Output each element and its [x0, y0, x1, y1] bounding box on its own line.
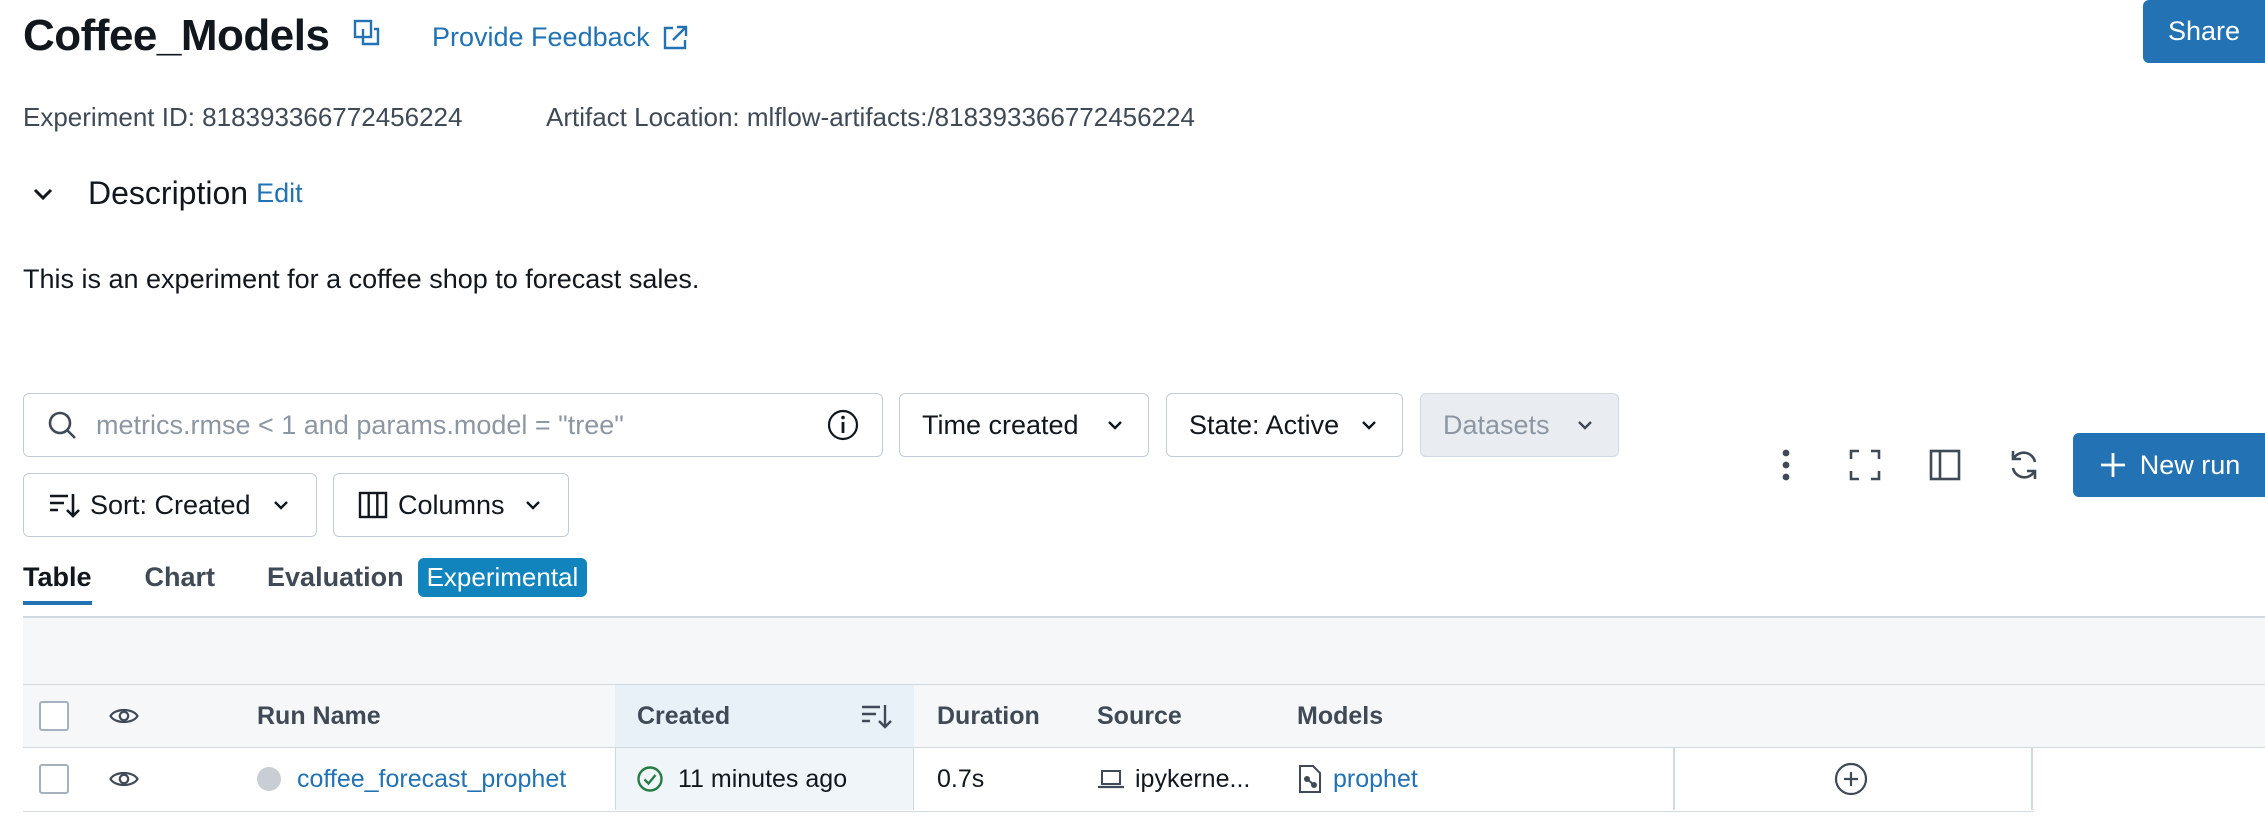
source-header[interactable]: Source [1097, 685, 1182, 747]
refresh-icon[interactable] [2002, 443, 2046, 487]
sort-dropdown[interactable]: Sort: Created [23, 473, 317, 537]
table-toolbar-band [23, 618, 2265, 684]
created-cell: 11 minutes ago [615, 748, 914, 810]
tab-evaluation[interactable]: Evaluation [267, 562, 404, 605]
laptop-icon [1097, 768, 1125, 790]
time-created-dropdown[interactable]: Time created [899, 393, 1149, 457]
page-title: Coffee_Models [23, 11, 330, 60]
chevron-down-icon [1104, 414, 1126, 436]
column-divider [2031, 748, 2033, 810]
model-icon [1297, 764, 1323, 794]
row-checkbox[interactable] [39, 764, 69, 794]
run-color-dot[interactable] [257, 767, 281, 791]
columns-label: Columns [398, 489, 505, 520]
chevron-down-icon[interactable] [28, 179, 58, 209]
description-edit-link[interactable]: Edit [256, 178, 303, 209]
view-tabs: Table Chart Evaluation Experimental [23, 558, 588, 605]
state-dropdown[interactable]: State: Active [1166, 393, 1403, 457]
description-label: Description [88, 175, 249, 211]
sort-icon [48, 490, 80, 520]
tab-chart[interactable]: Chart [145, 562, 216, 605]
created-header-label: Created [637, 701, 731, 730]
new-run-button[interactable]: New run [2073, 433, 2265, 497]
time-created-label: Time created [922, 409, 1079, 440]
run-name-header[interactable]: Run Name [257, 685, 381, 747]
columns-icon [358, 490, 388, 520]
description-text: This is an experiment for a coffee shop … [23, 264, 700, 294]
table-row: coffee_forecast_prophet 11 minutes ago 0… [23, 748, 2033, 812]
run-name-link[interactable]: coffee_forecast_prophet [297, 765, 566, 794]
model-link[interactable]: prophet [1333, 765, 1418, 794]
datasets-dropdown[interactable]: Datasets [1420, 393, 1619, 457]
experiment-id: Experiment ID: 818393366772456224 [23, 102, 463, 132]
eye-icon[interactable] [109, 685, 139, 747]
add-column-icon[interactable] [1833, 748, 1869, 810]
created-value: 11 minutes ago [678, 764, 848, 793]
new-run-label: New run [2139, 449, 2241, 480]
sort-label: Sort: Created [90, 489, 251, 520]
experimental-badge: Experimental [417, 558, 588, 597]
source-value[interactable]: ipykerne... [1135, 765, 1250, 794]
chevron-down-icon [522, 494, 544, 516]
sidebar-icon[interactable] [1923, 443, 1967, 487]
tab-table[interactable]: Table [23, 562, 92, 605]
eye-icon[interactable] [109, 748, 139, 810]
sort-descending-icon[interactable] [860, 701, 892, 731]
search-icon [46, 409, 78, 441]
info-icon[interactable] [826, 408, 860, 442]
fullscreen-icon[interactable] [1843, 443, 1887, 487]
created-header[interactable]: Created [615, 685, 914, 747]
select-all-checkbox[interactable] [39, 701, 69, 731]
provide-feedback-link[interactable]: Provide Feedback [432, 22, 690, 53]
share-button[interactable]: Share [2143, 0, 2265, 63]
provide-feedback-label: Provide Feedback [432, 22, 650, 52]
chevron-down-icon [1574, 414, 1596, 436]
table-header-row: Run Name Created Duration Source Models [23, 684, 2265, 748]
description-header: Description Edit [28, 175, 303, 212]
external-link-icon [660, 23, 690, 53]
duration-header[interactable]: Duration [937, 685, 1040, 747]
artifact-location: Artifact Location: mlflow-artifacts:/818… [546, 102, 1195, 132]
chevron-down-icon [1358, 414, 1380, 436]
columns-dropdown[interactable]: Columns [333, 473, 569, 537]
search-placeholder: metrics.rmse < 1 and params.model = "tre… [96, 409, 624, 440]
chevron-down-icon [270, 494, 292, 516]
duration-value: 0.7s [937, 764, 985, 793]
datasets-label: Datasets [1443, 409, 1550, 440]
more-vertical-icon[interactable] [1764, 443, 1808, 487]
search-input[interactable]: metrics.rmse < 1 and params.model = "tre… [23, 393, 883, 457]
state-label: State: Active [1189, 409, 1340, 440]
column-divider [1673, 748, 1675, 810]
copy-icon[interactable] [352, 18, 382, 48]
plus-icon [2098, 450, 2128, 480]
check-circle-icon [636, 765, 664, 793]
models-header[interactable]: Models [1297, 685, 1383, 747]
